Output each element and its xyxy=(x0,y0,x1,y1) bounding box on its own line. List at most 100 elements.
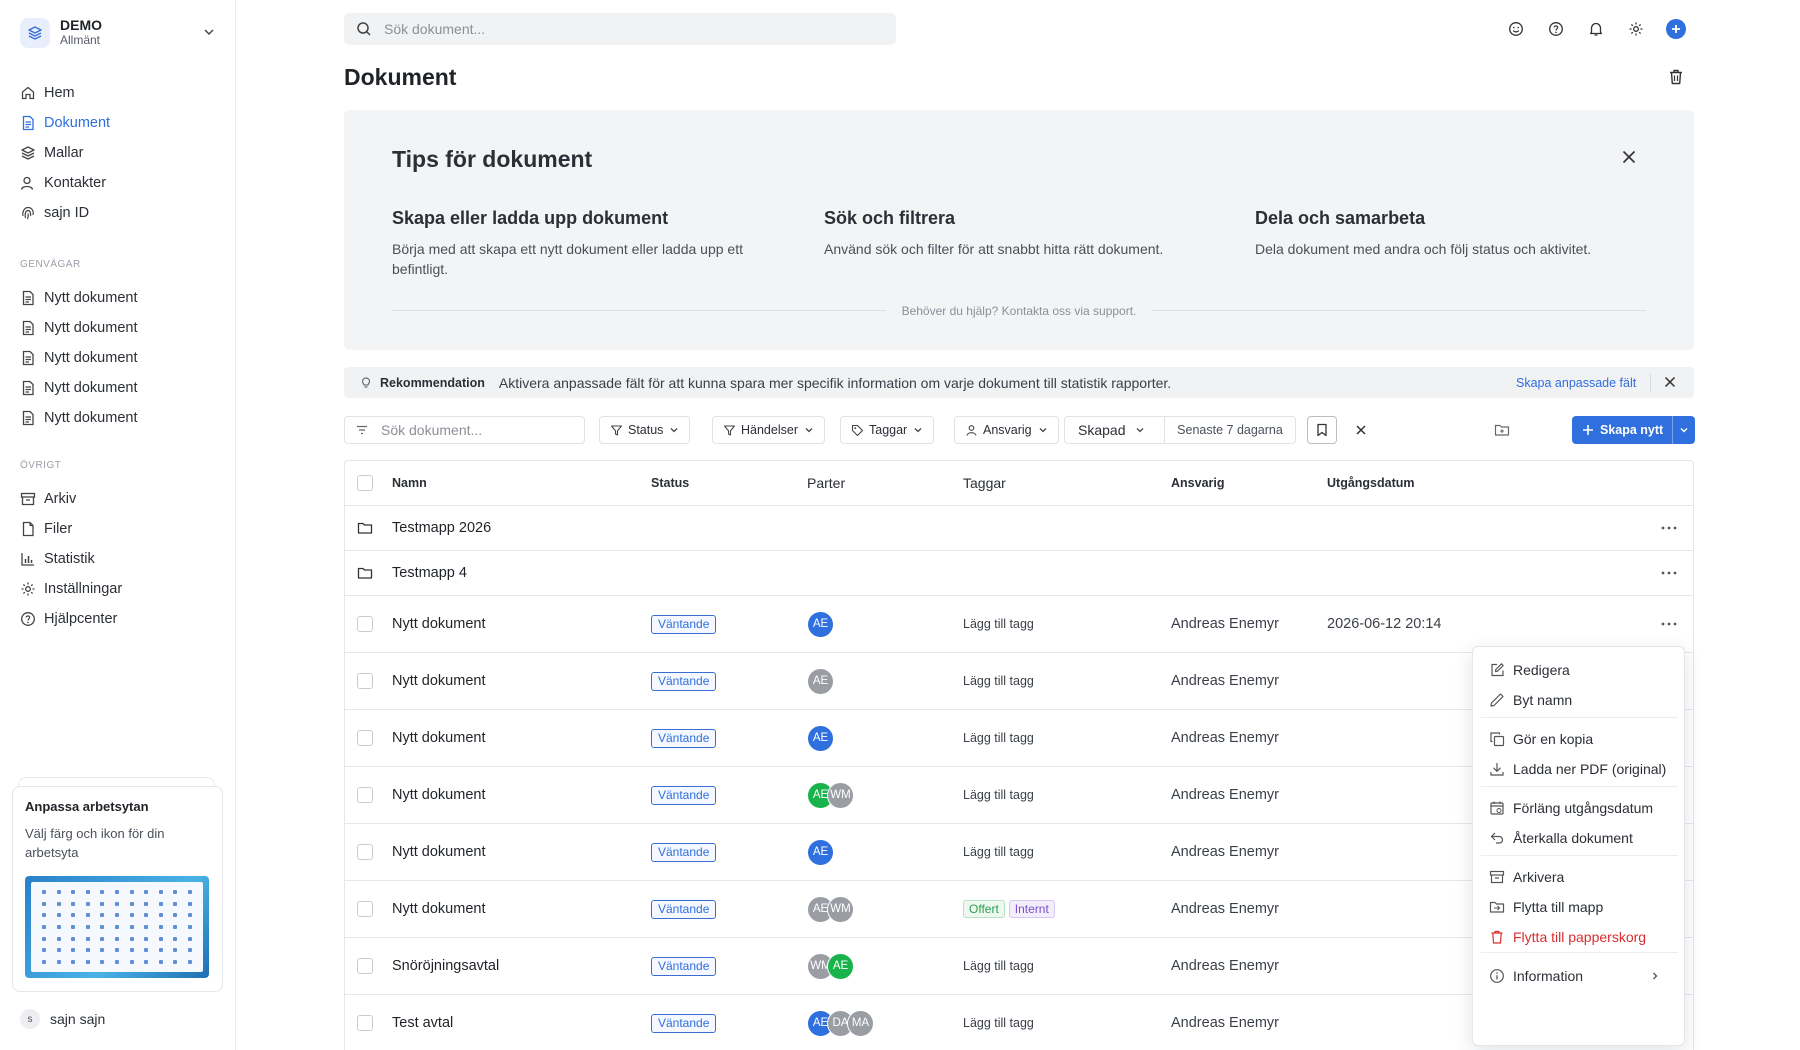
tag-badge[interactable]: Offert xyxy=(963,900,1005,918)
date-range-select[interactable]: Senaste 7 dagarna xyxy=(1165,417,1295,443)
workspace-logo-icon xyxy=(20,18,50,48)
row-checkbox[interactable] xyxy=(357,767,373,823)
create-label: Skapa nytt xyxy=(1600,423,1664,437)
menu-item[interactable]: Gör en kopia xyxy=(1473,724,1686,754)
row-checkbox[interactable] xyxy=(357,938,373,994)
document-name[interactable]: Snöröjningsavtal xyxy=(392,938,499,994)
menu-item[interactable]: Information xyxy=(1473,961,1686,991)
responsible-filter[interactable]: Ansvarig xyxy=(954,416,1059,444)
preview-icon xyxy=(71,948,76,953)
shortcut-item[interactable]: Nytt dokument xyxy=(20,313,220,343)
nav-item-statistics[interactable]: Statistik xyxy=(20,544,220,574)
nav-item-contacts[interactable]: Kontakter xyxy=(20,168,220,198)
smiley-icon[interactable] xyxy=(1504,17,1528,41)
responsible-name: Andreas Enemyr xyxy=(1171,844,1279,860)
document-name[interactable]: Nytt dokument xyxy=(392,653,486,709)
menu-item[interactable]: Flytta till mapp xyxy=(1473,892,1686,922)
bookmark-button[interactable] xyxy=(1307,416,1337,444)
row-checkbox[interactable] xyxy=(357,653,373,709)
create-custom-fields-link[interactable]: Skapa anpassade fält xyxy=(1516,376,1636,390)
add-tag-link[interactable]: Lägg till tagg xyxy=(963,845,1034,859)
close-icon[interactable] xyxy=(1664,376,1676,388)
create-new-button[interactable]: Skapa nytt xyxy=(1572,416,1695,444)
nav-item-home[interactable]: Hem xyxy=(20,78,220,108)
events-filter[interactable]: Händelser xyxy=(712,416,825,444)
support-link[interactable]: Behöver du hjälp? Kontakta oss via suppo… xyxy=(885,304,1153,318)
chevron-down-icon[interactable] xyxy=(202,25,216,39)
nav-item-help[interactable]: Hjälpcenter xyxy=(20,604,220,634)
tag-badge[interactable]: Internt xyxy=(1008,900,1055,918)
shortcut-item[interactable]: Nytt dokument xyxy=(20,283,220,313)
create-main[interactable]: Skapa nytt xyxy=(1572,416,1672,444)
shortcut-item[interactable]: Nytt dokument xyxy=(20,373,220,403)
menu-item[interactable]: Förläng utgångsdatum xyxy=(1473,793,1686,823)
gear-icon[interactable] xyxy=(1624,17,1648,41)
row-checkbox[interactable] xyxy=(357,596,373,652)
nav-item-files[interactable]: Filer xyxy=(20,514,220,544)
more-options-icon[interactable] xyxy=(1661,551,1677,595)
menu-item[interactable]: Ladda ner PDF (original) xyxy=(1473,754,1686,784)
promo-image xyxy=(25,876,209,978)
document-name[interactable]: Nytt dokument xyxy=(392,710,486,766)
column-header-name[interactable]: Namn xyxy=(392,461,427,505)
document-search-input[interactable]: Sök dokument... xyxy=(344,416,585,444)
workspace-switcher[interactable]: DEMO Allmänt xyxy=(20,16,216,50)
nav-item-templates[interactable]: Mallar xyxy=(20,138,220,168)
nav-item-documents[interactable]: Dokument xyxy=(20,108,220,138)
row-checkbox[interactable] xyxy=(357,995,373,1050)
menu-item-label: Redigera xyxy=(1513,662,1570,678)
select-all-checkbox[interactable] xyxy=(357,461,373,505)
add-tag-link[interactable]: Lägg till tagg xyxy=(963,731,1034,745)
menu-item[interactable]: Arkivera xyxy=(1473,862,1686,892)
add-tag-link[interactable]: Lägg till tagg xyxy=(963,674,1034,688)
bell-icon[interactable] xyxy=(1584,17,1608,41)
shortcut-item[interactable]: Nytt dokument xyxy=(20,403,220,433)
status-badge: Väntande xyxy=(651,899,717,919)
tags-filter[interactable]: Taggar xyxy=(840,416,935,444)
shortcut-item[interactable]: Nytt dokument xyxy=(20,343,220,373)
status-filter[interactable]: Status xyxy=(599,416,691,444)
row-checkbox[interactable] xyxy=(357,881,373,937)
document-name[interactable]: Nytt dokument xyxy=(392,881,486,937)
column-header-status[interactable]: Status xyxy=(651,461,689,505)
nav-item-sajn-id[interactable]: sajn ID xyxy=(20,198,220,228)
close-icon[interactable] xyxy=(1622,150,1636,164)
chart-icon xyxy=(20,551,36,567)
menu-item[interactable]: Flytta till papperskorg xyxy=(1473,922,1686,952)
add-tag-link[interactable]: Lägg till tagg xyxy=(963,788,1034,802)
document-name[interactable]: Test avtal xyxy=(392,995,453,1050)
add-tag-link[interactable]: Lägg till tagg xyxy=(963,959,1034,973)
row-checkbox[interactable] xyxy=(357,710,373,766)
menu-item[interactable]: Återkalla dokument xyxy=(1473,823,1686,853)
column-header-expiry[interactable]: Utgångsdatum xyxy=(1327,461,1415,505)
more-options-icon[interactable] xyxy=(1661,506,1677,550)
user-menu[interactable]: s sajn sajn xyxy=(20,1009,105,1029)
document-name[interactable]: Nytt dokument xyxy=(392,596,486,652)
add-button[interactable] xyxy=(1664,17,1688,41)
document-name[interactable]: Nytt dokument xyxy=(392,767,486,823)
promo-card[interactable]: Anpassa arbetsytan Välj färg och ikon fö… xyxy=(12,786,223,992)
column-header-responsible[interactable]: Ansvarig xyxy=(1171,461,1225,505)
document-name[interactable]: Nytt dokument xyxy=(392,824,486,880)
row-checkbox[interactable] xyxy=(357,824,373,880)
more-options-icon[interactable] xyxy=(1661,596,1677,652)
global-search-input[interactable]: Sök dokument... xyxy=(344,13,896,45)
menu-item[interactable]: Redigera xyxy=(1473,655,1686,685)
column-header-tags[interactable]: Taggar xyxy=(963,461,1006,505)
created-select[interactable]: Skapad xyxy=(1065,417,1165,443)
add-tag-link[interactable]: Lägg till tagg xyxy=(963,1016,1034,1030)
trash-icon[interactable] xyxy=(1667,68,1685,86)
folder-row[interactable]: Testmapp 4 xyxy=(345,551,1693,596)
help-icon[interactable] xyxy=(1544,17,1568,41)
nav-item-settings[interactable]: Inställningar xyxy=(20,574,220,604)
menu-item[interactable]: Byt namn xyxy=(1473,685,1686,715)
preview-icon xyxy=(71,889,76,894)
nav-item-archive[interactable]: Arkiv xyxy=(20,484,220,514)
clear-filters-icon[interactable] xyxy=(1354,423,1368,437)
create-dropdown[interactable] xyxy=(1672,416,1695,444)
new-folder-icon[interactable] xyxy=(1494,422,1510,438)
folder-row[interactable]: Testmapp 2026 xyxy=(345,506,1693,551)
column-header-parties[interactable]: Parter xyxy=(807,461,845,505)
add-tag-link[interactable]: Lägg till tagg xyxy=(963,617,1034,631)
table-row[interactable]: Nytt dokument Väntande AE Lägg till tagg And… xyxy=(345,596,1693,653)
